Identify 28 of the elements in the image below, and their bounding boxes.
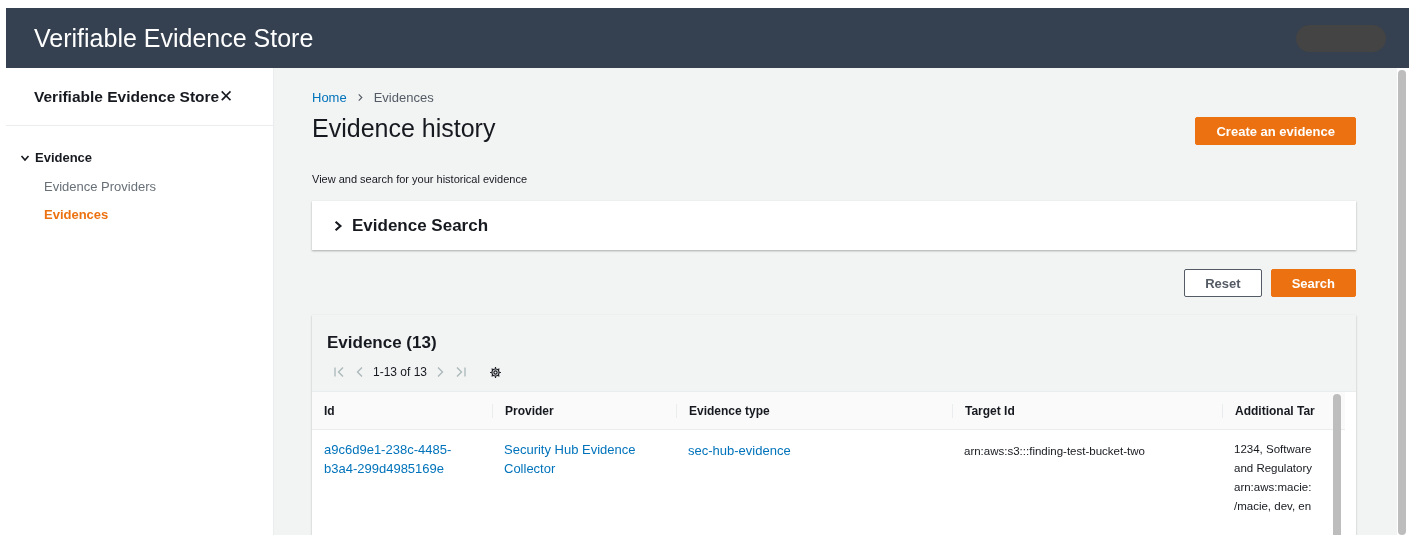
page-range: 1-13 of 13	[373, 365, 428, 379]
breadcrumb-current: Evidences	[373, 90, 434, 105]
page-title: Evidence history	[312, 114, 496, 143]
cell-link[interactable]: a9c6d9e1-238c-4485- b3a4-299d4985169e	[324, 440, 452, 478]
scrollbar[interactable]	[1398, 70, 1406, 535]
column-header[interactable]: Provider	[505, 403, 554, 418]
table-title: Evidence (13)	[327, 333, 437, 352]
column-header[interactable]: Additional Tar	[1235, 403, 1315, 418]
nav-section-toggle[interactable]: Evidence	[20, 150, 93, 165]
search-panel-header[interactable]: Evidence Search	[312, 201, 1356, 250]
column-header[interactable]: Target Id	[965, 403, 1015, 418]
nav-link[interactable]: Evidence Providers	[44, 179, 156, 194]
reset-button[interactable]: Reset	[1184, 269, 1262, 297]
app-title: Verifiable Evidence Store	[34, 23, 314, 53]
breadcrumb-separator-icon	[356, 93, 364, 102]
close-button[interactable]: ✕	[219, 86, 234, 107]
column-header[interactable]: Id	[324, 403, 335, 418]
page-description: View and search for your historical evidence	[312, 173, 529, 185]
column-header[interactable]: Evidence type	[689, 403, 770, 418]
cell-link[interactable]: Security Hub Evidence Collector	[504, 440, 636, 478]
breadcrumb-link[interactable]: Home	[312, 90, 347, 105]
settings-icon[interactable]	[489, 365, 503, 379]
table-cell-text: 1234, Software and Regulatory arn:aws:macie: /macie, dev, en	[1234, 442, 1312, 514]
scrollbar[interactable]	[1333, 394, 1341, 535]
cell-link[interactable]: sec-hub-evidence	[688, 441, 791, 460]
chevron-icon	[332, 219, 344, 232]
table-cell-text: arn:aws:s3:::finding-test-bucket-two	[964, 444, 1145, 459]
sidebar-title: Verifiable Evidence Store	[34, 87, 220, 106]
